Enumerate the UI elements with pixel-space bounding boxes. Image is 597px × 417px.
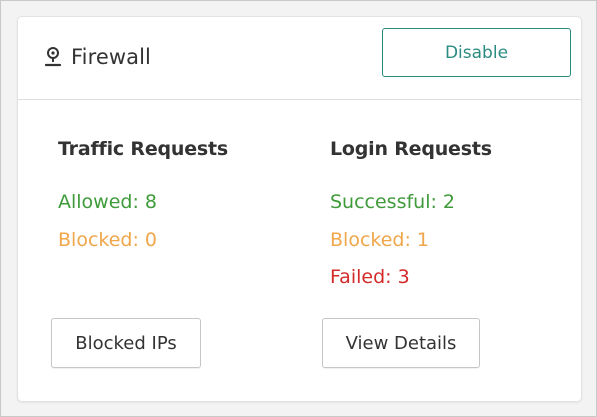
card-title-group: Firewall	[43, 43, 151, 71]
login-requests-section: Login Requests	[330, 135, 492, 163]
traffic-requests-heading: Traffic Requests	[58, 138, 229, 160]
login-failed-stat: Failed: 3	[330, 266, 410, 288]
view-details-button[interactable]: View Details	[322, 318, 480, 368]
login-blocked-stat: Blocked: 1	[330, 229, 429, 251]
card-header: Firewall Disable	[18, 17, 581, 100]
window-frame: Firewall Disable Traffic Requests Allowe…	[0, 0, 597, 417]
traffic-allowed-stat: Allowed: 8	[58, 191, 157, 213]
login-successful-stat: Successful: 2	[330, 191, 456, 213]
firewall-card: Firewall Disable Traffic Requests Allowe…	[18, 17, 581, 401]
map-pin-icon	[43, 46, 63, 68]
blocked-ips-button[interactable]: Blocked IPs	[51, 318, 201, 368]
login-requests-heading: Login Requests	[330, 138, 492, 160]
disable-button[interactable]: Disable	[382, 28, 571, 77]
traffic-requests-section: Traffic Requests	[58, 135, 228, 163]
traffic-blocked-stat: Blocked: 0	[58, 229, 157, 251]
card-title: Firewall	[71, 45, 151, 69]
